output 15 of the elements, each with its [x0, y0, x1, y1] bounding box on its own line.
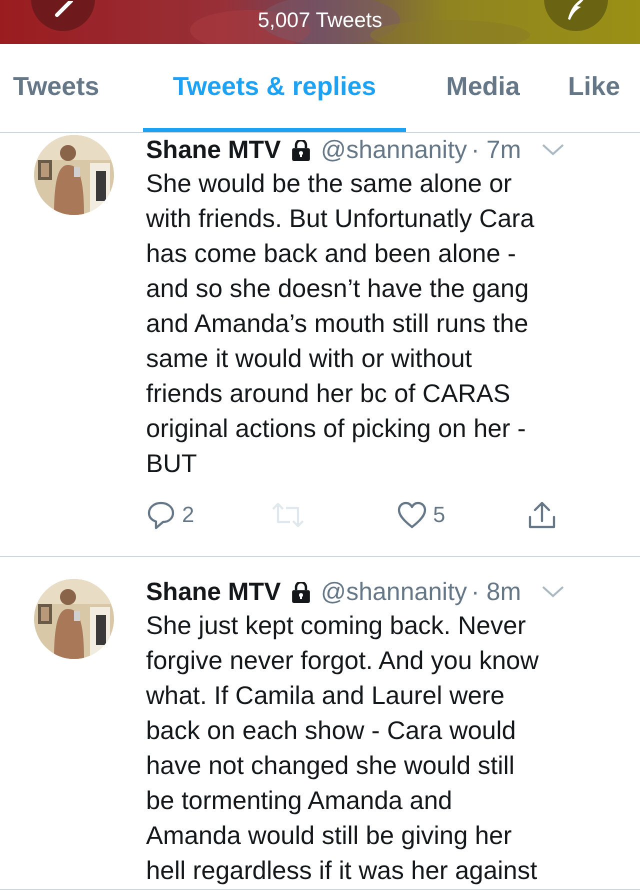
- tweet-count: 5,007 Tweets: [258, 9, 382, 34]
- reply-button[interactable]: 2: [146, 500, 271, 530]
- like-button[interactable]: 5: [397, 501, 527, 529]
- profile-tab[interactable]: Like: [568, 44, 620, 132]
- user-handle: @shannanity: [320, 578, 468, 606]
- tweet-text: She would be the same alone or with friends. But Unfortunatly Cara has come back and been alone - and so she doesn’t have the gang and Amanda’s mouth still runs the same it would with or without friends around her bc of CARAS original actions of picking on her - BUT: [146, 169, 536, 480]
- profile-tab[interactable]: Media: [433, 44, 533, 132]
- tweet-text: She just kept coming back. Never forgive never forgot. And you know what. If Camila and Laurel were back on each show - Cara would have not changed she would still be tormenting Amanda and Amanda would still be giving her hell regardless if it was her against: [146, 611, 540, 887]
- user-handle: @shannanity: [320, 136, 468, 164]
- tweet-time: · 8m: [471, 578, 522, 606]
- profile-tab[interactable]: Tweets: [13, 44, 133, 132]
- profile-tab[interactable]: Tweets & replies: [143, 44, 406, 132]
- user-name: Shane MTV: [146, 136, 281, 164]
- user-name: Shane MTV: [146, 578, 281, 606]
- tweet-time: · 7m: [471, 136, 522, 164]
